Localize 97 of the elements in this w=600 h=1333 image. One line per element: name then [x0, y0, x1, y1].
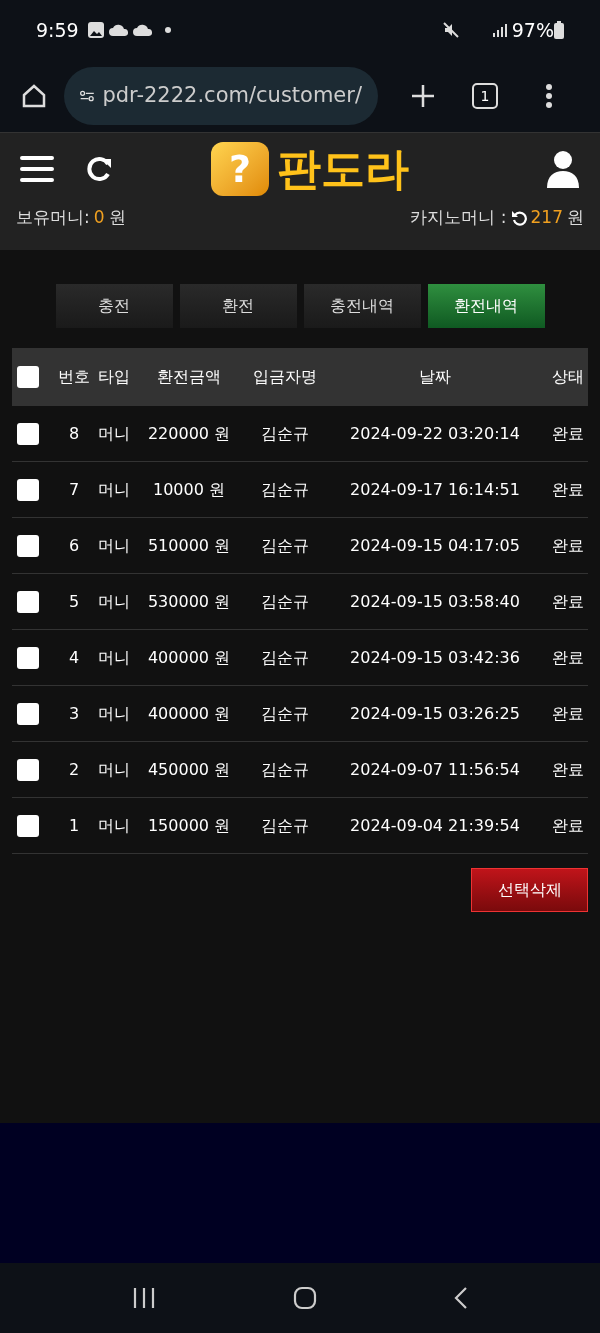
tab[interactable]: 충전내역 — [303, 284, 421, 328]
table-cell-text: 완료 — [551, 590, 585, 613]
table-cell-text: 김순규 — [260, 646, 310, 669]
balance-value: 217 — [530, 206, 563, 229]
table-cell-text: 완료 — [551, 702, 585, 725]
home-icon[interactable] — [20, 82, 48, 110]
table-cell-text: 10000 원 — [152, 478, 226, 501]
tab[interactable]: 환전내역 — [427, 284, 545, 328]
menu-icon[interactable] — [20, 155, 54, 183]
column-header: 상태 — [551, 366, 585, 388]
currency-unit: 원 — [108, 206, 126, 229]
column-header: 타입 — [97, 366, 131, 388]
back-icon[interactable] — [453, 1286, 468, 1310]
checkbox[interactable] — [17, 366, 39, 388]
table-cell-text: 530000 원 — [146, 590, 232, 613]
table-cell-text: 2024-09-22 03:20:14 — [349, 422, 521, 445]
table-cell-text: 완료 — [551, 646, 585, 669]
refresh-icon[interactable] — [510, 209, 527, 226]
table-cell-text: 2024-09-04 21:39:54 — [349, 814, 521, 837]
table-cell-text: 김순규 — [260, 478, 310, 501]
recent-apps-icon[interactable] — [132, 1287, 157, 1309]
table-cell-text: 완료 — [551, 814, 585, 837]
table-cell-text: 머니 — [97, 646, 131, 669]
table-cell-text: 완료 — [551, 422, 585, 445]
table-cell-text: 김순규 — [260, 814, 310, 837]
checkbox[interactable] — [17, 814, 39, 837]
checkbox[interactable] — [17, 758, 39, 781]
delete-selected-button[interactable]: 선택삭제 — [471, 868, 588, 912]
table-cell-text: 완료 — [551, 478, 585, 501]
mute-icon — [441, 21, 460, 39]
table-cell-text: 2 — [67, 758, 81, 781]
table-cell-text: 2024-09-17 16:14:51 — [349, 478, 521, 501]
currency-unit: 원 — [567, 206, 584, 229]
balance-label: 보유머니: — [16, 206, 90, 229]
clock: 9:59 — [36, 17, 79, 43]
home-button-icon[interactable] — [293, 1286, 317, 1310]
battery-icon — [554, 21, 564, 39]
table-cell-text: 2024-09-15 03:26:25 — [349, 702, 521, 725]
table-cell-text: 220000 원 — [146, 422, 232, 445]
table-cell-text: 머니 — [97, 590, 131, 613]
cloud-icon — [108, 24, 129, 36]
table-cell-text: 머니 — [97, 422, 131, 445]
table-cell-text: 머니 — [97, 814, 131, 837]
checkbox[interactable] — [17, 534, 39, 557]
table-cell-text: 2024-09-15 04:17:05 — [349, 534, 521, 557]
checkbox[interactable] — [17, 478, 39, 501]
table-cell-text: 김순규 — [260, 758, 310, 781]
tab[interactable]: 충전 — [55, 284, 173, 328]
battery-level: 97% — [511, 17, 554, 43]
table-cell-text: 2024-09-15 03:58:40 — [349, 590, 521, 613]
table-cell-text: 김순규 — [260, 422, 310, 445]
table-cell-text: 6 — [67, 534, 81, 557]
table-cell-text: 400000 원 — [146, 646, 232, 669]
table-cell-text: 머니 — [97, 758, 131, 781]
column-header: 입금자명 — [252, 366, 318, 388]
user-icon[interactable] — [546, 150, 580, 188]
image-icon — [86, 21, 105, 39]
balance-value: 0 — [93, 206, 105, 229]
table-cell-text: 머니 — [97, 702, 131, 725]
checkbox[interactable] — [17, 646, 39, 669]
more-icon[interactable] — [546, 84, 552, 108]
table-cell-text: 510000 원 — [146, 534, 232, 557]
column-header: 환전금액 — [156, 366, 222, 388]
column-header: 날짜 — [418, 366, 452, 388]
logo-mark: ? — [211, 142, 269, 196]
url-text: pdr-2222.com/customer/ — [102, 82, 362, 110]
checkbox[interactable] — [17, 590, 39, 613]
table-cell-text: 450000 원 — [146, 758, 232, 781]
tab[interactable]: 환전 — [179, 284, 297, 328]
cloud-icon — [132, 24, 153, 36]
table-cell-text: 150000 원 — [146, 814, 232, 837]
checkbox[interactable] — [17, 702, 39, 725]
table-cell-text: 김순규 — [260, 590, 310, 613]
table-cell-text: 7 — [67, 478, 81, 501]
table-cell-text: 완료 — [551, 534, 585, 557]
table-cell-text: 1 — [67, 814, 81, 837]
table-cell-text: 머니 — [97, 478, 131, 501]
table-cell-text: 8 — [67, 422, 81, 445]
logo-text: 판도라 — [277, 147, 409, 191]
signal-icon — [491, 22, 508, 38]
table-cell-text: 4 — [67, 646, 81, 669]
table-cell-text: 머니 — [97, 534, 131, 557]
table-cell-text: 2024-09-15 03:42:36 — [349, 646, 521, 669]
column-header: 번호 — [57, 366, 91, 388]
table-cell-text: 400000 원 — [146, 702, 232, 725]
table-cell-text: 2024-09-07 11:56:54 — [349, 758, 521, 781]
table-cell-text: 김순규 — [260, 534, 310, 557]
plus-icon[interactable] — [410, 83, 436, 109]
balance-label: 카지노머니 : — [410, 206, 507, 229]
table-cell-text: 김순규 — [260, 702, 310, 725]
table-cell-text: 5 — [67, 590, 81, 613]
table-cell-text: 완료 — [551, 758, 585, 781]
address-bar[interactable]: pdr-2222.com/customer/ — [64, 67, 378, 125]
checkbox[interactable] — [17, 422, 39, 445]
tab-count-button[interactable]: 1 — [472, 83, 498, 109]
table-cell-text: 3 — [67, 702, 81, 725]
refresh-icon[interactable] — [86, 155, 114, 183]
